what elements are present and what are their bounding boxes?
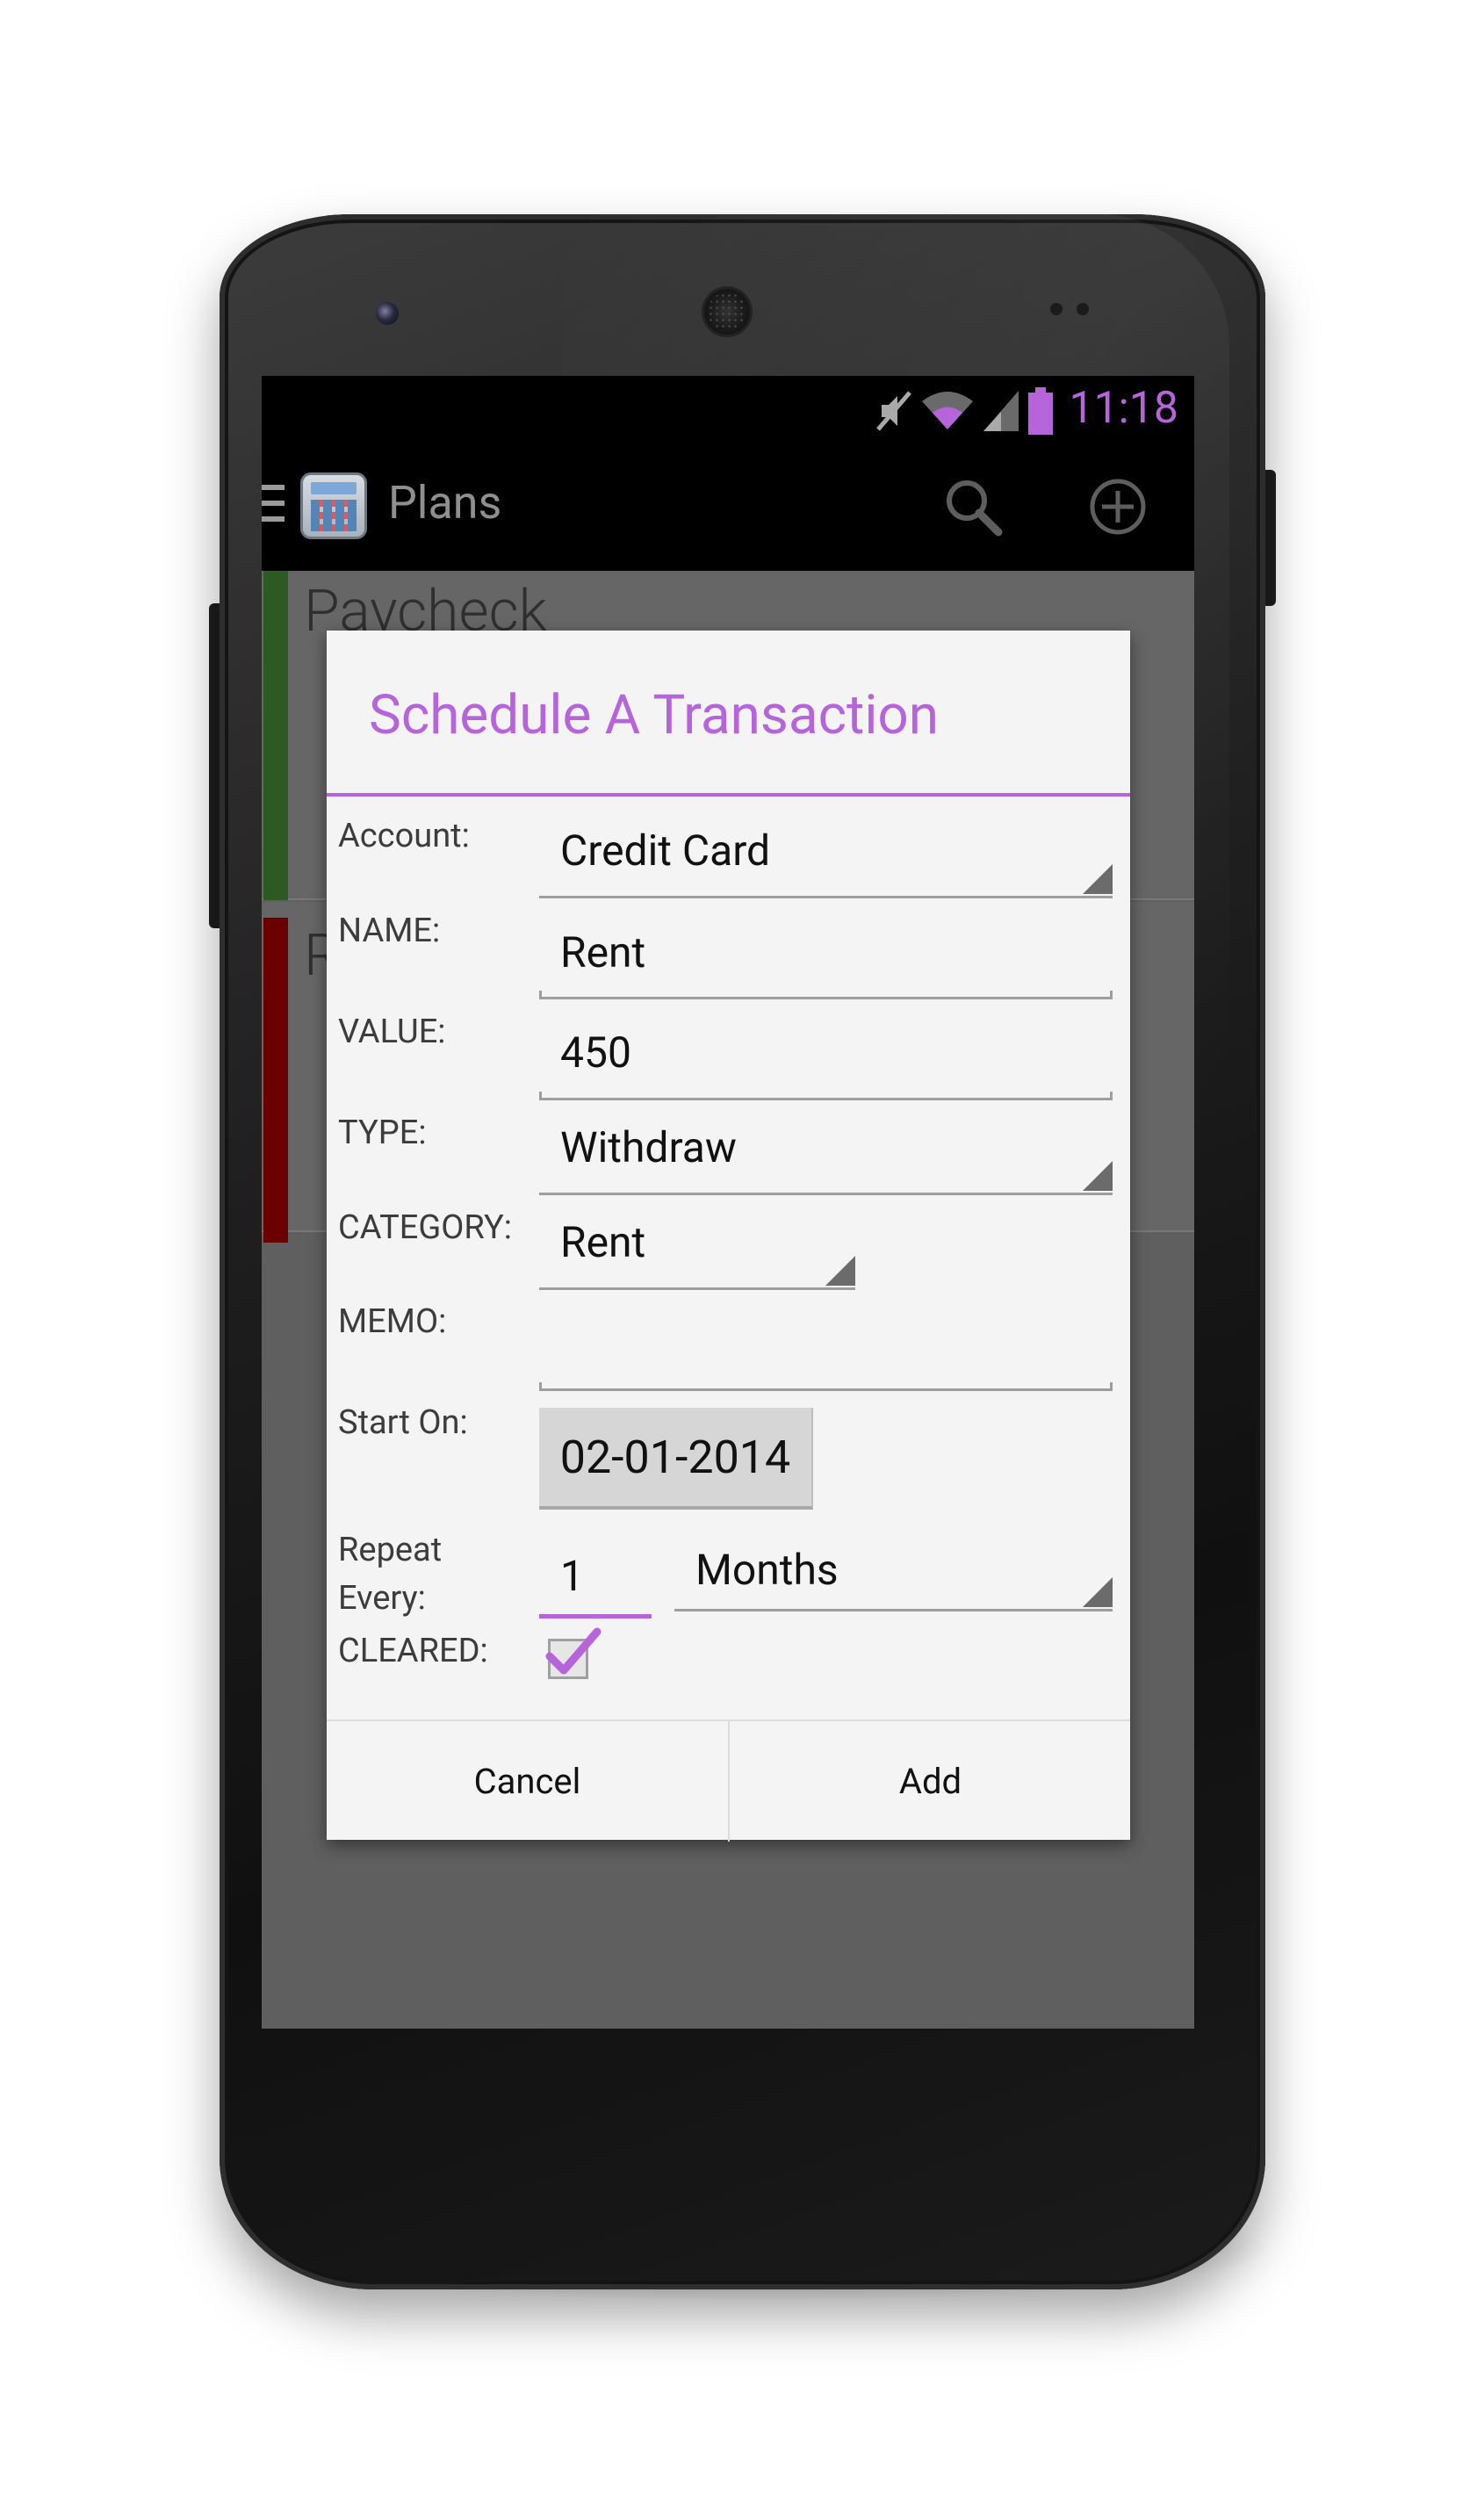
plan-color-bar <box>263 571 288 900</box>
name-value: Rent <box>560 927 646 977</box>
dialog-title-divider <box>327 793 1130 797</box>
name-label: NAME: <box>338 912 441 950</box>
proximity-sensor <box>1050 303 1063 315</box>
battery-icon <box>1028 387 1053 435</box>
account-spinner[interactable]: Credit Card <box>539 815 1113 898</box>
focused-field-underline <box>539 1614 652 1619</box>
plan-color-bar <box>263 918 288 1243</box>
type-label: TYPE: <box>338 1114 427 1152</box>
repeat-label-line1: Repeat <box>338 1531 443 1569</box>
field-underline <box>539 1388 1113 1391</box>
spinner-underline <box>539 1287 855 1290</box>
value-field[interactable]: 450 <box>539 1010 1113 1100</box>
repeat-count-field[interactable]: 1 <box>539 1535 652 1619</box>
repeat-unit-value: Months <box>695 1545 839 1595</box>
app-calculator-icon[interactable] <box>300 472 367 539</box>
type-value: Withdraw <box>560 1122 737 1172</box>
add-circle-icon[interactable] <box>1089 478 1147 536</box>
field-underline <box>539 1098 1113 1100</box>
front-camera-icon <box>376 302 399 325</box>
action-bar: Plans <box>262 443 1194 571</box>
account-value: Credit Card <box>560 826 771 876</box>
dialog-title: Schedule A Transaction <box>369 683 940 747</box>
action-bar-title: Plans <box>388 476 502 530</box>
checkmark-icon <box>545 1627 602 1675</box>
spinner-arrow-icon <box>825 1256 855 1286</box>
value-value: 450 <box>560 1027 631 1078</box>
repeat-unit-spinner[interactable]: Months <box>674 1531 1113 1611</box>
spinner-arrow-icon <box>1083 864 1113 894</box>
memo-label: MEMO: <box>338 1302 447 1341</box>
spinner-underline <box>539 1193 1113 1195</box>
speaker-grille <box>708 292 746 331</box>
name-field[interactable]: Rent <box>539 910 1113 999</box>
wifi-icon <box>922 392 973 429</box>
menu-icon[interactable] <box>262 485 285 523</box>
start-date-button[interactable]: 02-01-2014 <box>539 1408 813 1510</box>
mute-icon <box>876 391 911 431</box>
start-on-label: Start On: <box>338 1403 468 1442</box>
category-value: Rent <box>560 1217 646 1267</box>
search-icon[interactable] <box>942 476 1004 537</box>
status-time: 11:18 <box>1069 383 1178 434</box>
cleared-label: CLEARED: <box>338 1632 488 1670</box>
category-label: CATEGORY: <box>338 1208 512 1247</box>
cancel-button[interactable]: Cancel <box>327 1721 728 1842</box>
value-label: VALUE: <box>338 1013 446 1051</box>
spinner-arrow-icon <box>1083 1161 1113 1191</box>
account-label: Account: <box>338 817 470 855</box>
status-bar: 11:18 <box>262 376 1194 443</box>
light-sensor <box>1077 303 1089 315</box>
signal-icon <box>983 391 1019 431</box>
repeat-count-value: 1 <box>560 1551 584 1601</box>
spinner-underline <box>674 1609 1113 1611</box>
add-button[interactable]: Add <box>730 1721 1131 1842</box>
type-spinner[interactable]: Withdraw <box>539 1112 1113 1195</box>
category-spinner[interactable]: Rent <box>539 1207 855 1290</box>
repeat-label-line2: Every: <box>338 1579 426 1618</box>
field-underline <box>539 997 1113 999</box>
memo-field[interactable] <box>539 1300 1113 1391</box>
status-icons <box>875 385 1054 437</box>
dialog-button-bar: Cancel Add <box>327 1720 1131 1842</box>
spinner-underline <box>539 896 1113 898</box>
schedule-transaction-dialog: Schedule A Transaction Account: Credit C… <box>327 631 1131 1842</box>
spinner-arrow-icon <box>1083 1577 1113 1607</box>
